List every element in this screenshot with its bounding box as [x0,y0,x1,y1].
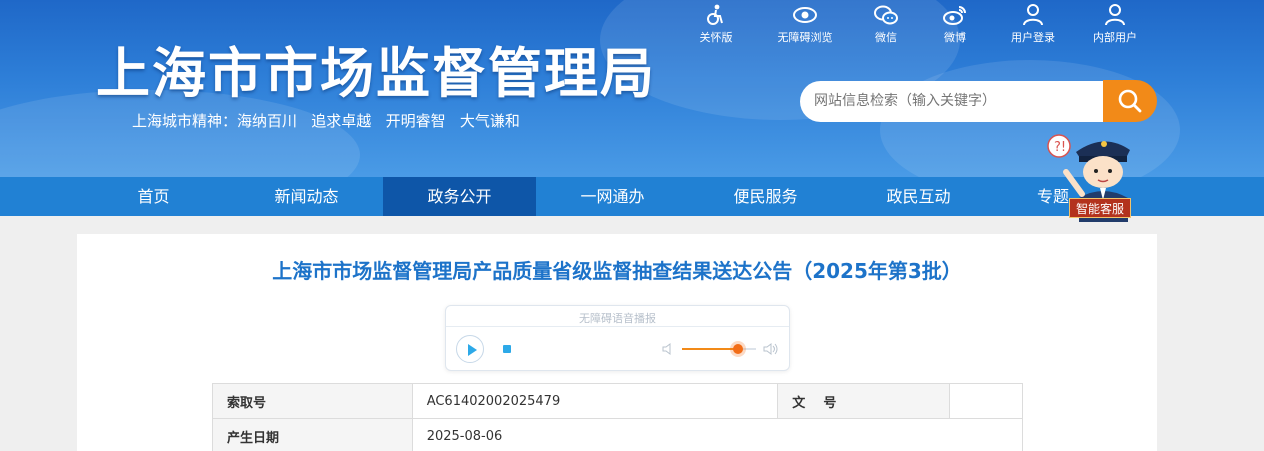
volume-high-icon[interactable] [763,342,779,356]
care-version-label: 关怀版 [699,31,733,44]
accessible-browse-link[interactable]: 无障碍浏览 [770,4,840,46]
nav-item-news[interactable]: 新闻动态 [230,177,383,216]
user-login-link[interactable]: 用户登录 [998,4,1068,46]
user-icon [1105,4,1125,26]
document-number-value [949,383,1023,419]
volume-slider-knob[interactable] [732,344,743,354]
article-title: 上海市市场监督管理局产品质量省级监督抽查结果送达公告（2025年第3批） [272,259,962,283]
play-icon [468,344,477,356]
assistant-label[interactable]: 智能客服 [1069,198,1131,218]
eye-icon [793,7,817,23]
volume-low-icon[interactable] [662,342,674,356]
accessible-browse-label: 无障碍浏览 [777,31,833,44]
care-version-link[interactable]: 关怀版 [681,4,751,46]
wechat-icon [874,5,898,25]
volume-slider[interactable] [682,344,756,354]
svg-text:?!: ?! [1054,140,1066,155]
wechat-link[interactable]: 微信 [851,4,921,46]
internal-user-label: 内部用户 [1093,31,1137,44]
play-button[interactable] [456,335,484,363]
nav-item-public-services[interactable]: 便民服务 [689,177,842,216]
site-motto: 上海城市精神：海纳百川 追求卓越 开明睿智 大气谦和 [132,112,520,130]
weibo-icon [943,6,966,25]
index-number-value: AC61402002025479 [411,383,779,419]
stop-button[interactable] [493,335,521,363]
search-button[interactable] [1103,80,1157,122]
weibo-label: 微博 [944,31,966,44]
user-login-label: 用户登录 [1011,31,1055,44]
search-icon [1118,89,1142,113]
document-meta-table: 索取号 AC61402002025479 文 号 产生日期 2025-08-06 [212,383,1024,451]
date-value: 2025-08-06 [411,418,1024,451]
index-number-label: 索取号 [212,383,413,419]
document-number-label: 文 号 [777,383,951,419]
nav-item-one-stop-service[interactable]: 一网通办 [536,177,689,216]
user-icon [1023,4,1043,26]
site-title[interactable]: 上海市市场监督管理局 [96,44,656,104]
table-row: 索取号 AC61402002025479 文 号 [212,383,1023,419]
player-title: 无障碍语音播报 [579,312,656,325]
voice-player: 无障碍语音播报 [445,305,790,371]
article-panel: 上海市市场监督管理局产品质量省级监督抽查结果送达公告（2025年第3批） 无障碍… [77,234,1157,451]
stop-icon [503,345,511,353]
site-search-input[interactable] [800,81,1106,122]
nav-item-interaction[interactable]: 政民互动 [842,177,995,216]
weibo-link[interactable]: 微博 [920,4,990,46]
volume-slider-fill [682,348,738,350]
table-row: 产生日期 2025-08-06 [212,418,1024,451]
nav-item-government-affairs[interactable]: 政务公开 [383,177,536,216]
top-links: 关怀版 无障碍浏览 微信 微博 用户登录 内部用户 [690,4,1160,46]
player-progress-track[interactable] [446,326,789,327]
internal-user-link[interactable]: 内部用户 [1080,4,1150,46]
date-label: 产生日期 [212,418,413,451]
wechat-label: 微信 [875,31,897,44]
care-accessibility-icon [707,4,723,25]
nav-item-home[interactable]: 首页 [77,177,230,216]
